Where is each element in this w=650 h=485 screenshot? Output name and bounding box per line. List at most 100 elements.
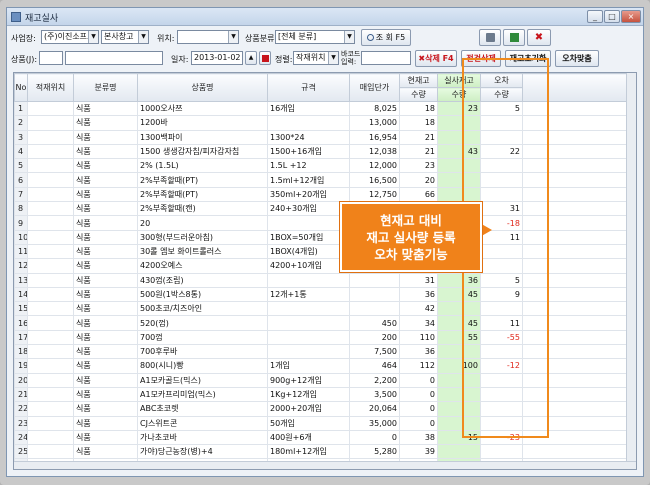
business-select[interactable]: (주)이진소프트 ▼ bbox=[41, 30, 99, 44]
cell-actual-qty[interactable]: 100 bbox=[437, 358, 481, 374]
cell-product-name: ABC초코렛 bbox=[137, 401, 268, 417]
date-input[interactable]: 2013-01-02 bbox=[191, 51, 243, 65]
col-header-blank bbox=[522, 73, 635, 102]
table-row[interactable]: 24 식품 가나초코바 400원+6개 0 38 15 -23 bbox=[14, 429, 635, 446]
cell-actual-qty[interactable]: 15 bbox=[437, 429, 481, 446]
table-row[interactable]: 4 식품 1500 생생감자칩/피자감자칩 1500+16개입 12,038 21 43 22 bbox=[14, 143, 635, 160]
cell-actual-qty[interactable] bbox=[437, 372, 481, 388]
table-row[interactable]: 13 식품 430껌(조립) 31 36 5 bbox=[14, 272, 635, 288]
cell-actual-qty[interactable] bbox=[437, 301, 481, 317]
cell-price: 12,038 bbox=[349, 143, 400, 160]
close-form-button[interactable]: ✖ bbox=[527, 29, 551, 46]
inventory-grid[interactable]: No 적재위치 분류명 상품명 규격 매입단가 현재고 실사재고 오차 수량 수… bbox=[13, 72, 637, 470]
cell-actual-qty[interactable]: 45 bbox=[437, 315, 481, 331]
cell-actual-qty[interactable] bbox=[437, 386, 481, 403]
cell-actual-qty[interactable] bbox=[437, 115, 481, 131]
table-row[interactable]: 3 식품 1300백파이 1300*24 16,954 21 bbox=[14, 129, 635, 145]
cell-spec: 2000+20개입 bbox=[267, 401, 350, 417]
sort-select[interactable]: 작재위치 ▼ bbox=[293, 51, 339, 65]
table-row[interactable]: 17 식품 700껌 200 110 55 -55 bbox=[14, 329, 635, 346]
vertical-scrollbar[interactable] bbox=[626, 73, 636, 469]
cell-actual-qty[interactable] bbox=[437, 129, 481, 145]
table-row[interactable]: 23 식품 CJ스위트콘 50개입 35,000 0 bbox=[14, 415, 635, 431]
cell-price: 16,954 bbox=[349, 129, 400, 145]
search-button[interactable]: 조 회 F5 bbox=[361, 29, 411, 46]
delete-button[interactable]: ✖삭제 F4 bbox=[415, 50, 457, 67]
cell-category: 식품 bbox=[73, 215, 138, 231]
cell-actual-qty[interactable] bbox=[437, 344, 481, 360]
date-spinner[interactable]: ▲ bbox=[245, 51, 257, 65]
warehouse-select[interactable]: 본사창고 ▼ bbox=[101, 30, 149, 44]
cell-actual-qty[interactable]: 55 bbox=[437, 329, 481, 346]
table-row[interactable]: 22 식품 ABC초코렛 2000+20개입 20,064 0 bbox=[14, 401, 635, 417]
barcode-input[interactable] bbox=[361, 51, 411, 65]
minimize-button[interactable]: _ bbox=[587, 10, 603, 23]
row-number: 10 bbox=[14, 229, 28, 245]
col-subheader-diff: 수량 bbox=[480, 87, 523, 102]
col-header-price[interactable]: 매입단가 bbox=[349, 73, 400, 102]
cell-location bbox=[27, 243, 74, 260]
table-row[interactable]: 2 식품 1200바 13,000 18 bbox=[14, 115, 635, 131]
excel-button[interactable] bbox=[503, 29, 525, 46]
horizontal-scrollbar[interactable] bbox=[14, 461, 636, 469]
table-row[interactable]: 7 식품 2%부족할때(PT) 350ml+20개입 12,750 66 bbox=[14, 186, 635, 203]
table-row[interactable]: 14 식품 500원(1박스8통) 12개+1통 36 45 9 bbox=[14, 286, 635, 303]
col-header-name[interactable]: 상품명 bbox=[137, 73, 268, 102]
cell-actual-qty[interactable] bbox=[437, 172, 481, 188]
cell-category: 식품 bbox=[73, 172, 138, 188]
col-header-stock[interactable]: 현재고 bbox=[399, 73, 438, 88]
col-header-actual[interactable]: 실사재고 bbox=[437, 73, 481, 88]
table-row[interactable]: 21 식품 A1모카프리미엄(믹스) 1Kg+12개입 3,500 0 bbox=[14, 386, 635, 403]
table-row[interactable]: 20 식품 A1모카골드(믹스) 900g+12개입 2,200 0 bbox=[14, 372, 635, 388]
close-button[interactable]: × bbox=[621, 10, 641, 23]
cell-actual-qty[interactable] bbox=[437, 444, 481, 460]
table-row[interactable]: 1 식품 1000오사쯔 16개입 8,025 18 23 5 bbox=[14, 100, 635, 117]
cell-diff: 9 bbox=[480, 286, 523, 303]
cell-actual-qty[interactable] bbox=[437, 415, 481, 431]
col-header-category[interactable]: 분류명 bbox=[73, 73, 138, 102]
table-row[interactable]: 6 식품 2%부족할때(PT) 1.5ml+12개입 16,500 20 bbox=[14, 172, 635, 188]
chevron-down-icon: ▼ bbox=[138, 31, 148, 43]
table-row[interactable]: 10식품300형(부드러운아침)1BOX=50개입344511 bbox=[14, 229, 635, 245]
table-row[interactable]: 5 식품 2% (1.5L) 1.5L +12 12,000 23 bbox=[14, 158, 635, 174]
reset-stock-button[interactable]: 재고초기화 bbox=[505, 50, 551, 67]
table-row[interactable]: 8식품2%부족할때(캔)240+30개입14,000225331 bbox=[14, 201, 635, 217]
calendar-button[interactable] bbox=[259, 51, 271, 65]
location-select[interactable]: ▼ bbox=[177, 30, 239, 44]
table-row[interactable]: 19 식품 800(시니)빵 1개입 464 112 100 -12 bbox=[14, 358, 635, 374]
cell-actual-qty[interactable]: 45 bbox=[437, 286, 481, 303]
row-number: 25 bbox=[14, 444, 28, 460]
table-row[interactable]: 16 식품 520(껌) 450 34 45 11 bbox=[14, 315, 635, 331]
col-header-location[interactable]: 적재위치 bbox=[27, 73, 74, 102]
category-select[interactable]: [전체 분류] ▼ bbox=[275, 30, 355, 44]
cell-product-name: 700후루바 bbox=[137, 344, 268, 360]
cell-actual-qty[interactable] bbox=[437, 186, 481, 203]
col-header-diff[interactable]: 오차 bbox=[480, 73, 523, 88]
title-bar: 재고실사 _ □ × bbox=[7, 8, 643, 26]
cell-actual-qty[interactable]: 43 bbox=[437, 143, 481, 160]
table-row[interactable]: 11 식품 30롤 엠보 화이트롤러스 1BOX(4개입) bbox=[14, 243, 635, 260]
cell-product-name: 2%부족할때(PT) bbox=[137, 186, 268, 203]
product-name-input[interactable] bbox=[65, 51, 163, 65]
print-button[interactable] bbox=[479, 29, 501, 46]
cell-actual-qty[interactable]: 23 bbox=[437, 100, 481, 117]
col-header-spec[interactable]: 규격 bbox=[267, 73, 350, 102]
table-row[interactable]: 18 식품 700후루바 7,500 36 bbox=[14, 344, 635, 360]
cell-blank bbox=[522, 329, 635, 346]
cell-actual-qty[interactable] bbox=[437, 401, 481, 417]
delete-all-button[interactable]: 전건삭제 bbox=[461, 50, 501, 67]
table-row[interactable]: 25 식품 가야)당근농장(병)+4 180ml+12개입 5,280 39 bbox=[14, 444, 635, 460]
cell-category: 식품 bbox=[73, 186, 138, 203]
table-row[interactable]: 12 식품 4200오예스 4200+10개입 bbox=[14, 258, 635, 274]
adjust-error-button[interactable]: 오차맞춤 bbox=[555, 50, 599, 67]
table-row[interactable]: 9식품202002911-18 bbox=[14, 215, 635, 231]
cell-diff bbox=[480, 172, 523, 188]
cell-location bbox=[27, 258, 74, 274]
cell-actual-qty[interactable] bbox=[437, 158, 481, 174]
maximize-button[interactable]: □ bbox=[604, 10, 620, 23]
table-row[interactable]: 15 식품 500초코/치즈아인 42 bbox=[14, 301, 635, 317]
product-code-input[interactable] bbox=[39, 51, 63, 65]
row-number: 16 bbox=[14, 315, 28, 331]
window-title: 재고실사 bbox=[25, 14, 59, 24]
cell-actual-qty[interactable]: 36 bbox=[437, 272, 481, 288]
